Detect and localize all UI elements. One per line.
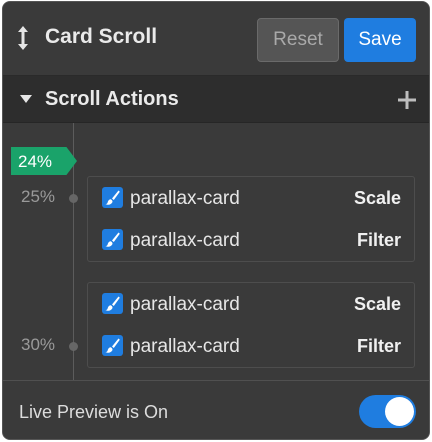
brush-icon (105, 232, 120, 247)
element-name: parallax-card (130, 230, 240, 251)
keyframe-percent: 25% (21, 187, 56, 206)
action-type: Filter (356, 230, 401, 250)
current-position-label: 24% (18, 152, 53, 171)
reset-button[interactable]: Reset (257, 18, 339, 62)
up-down-arrows-icon (18, 26, 28, 50)
checkbox[interactable] (102, 229, 123, 250)
scroll-timeline: 24% 25% parallax-card Scale parallax-car… (3, 123, 429, 380)
panel-title: Card Scroll (45, 25, 158, 48)
scroll-actions-section[interactable]: Scroll Actions (3, 75, 429, 123)
action-row[interactable]: parallax-card Scale (88, 178, 414, 220)
element-name: parallax-card (130, 294, 240, 315)
checkbox[interactable] (102, 187, 123, 208)
save-button[interactable]: Save (344, 18, 416, 62)
checkbox[interactable] (102, 293, 123, 314)
panel-footer: Live Preview is On (3, 380, 429, 439)
keyframe-dot[interactable] (69, 194, 78, 203)
toggle-knob[interactable] (385, 397, 414, 426)
section-title: Scroll Actions (45, 88, 179, 110)
checkbox[interactable] (102, 335, 123, 356)
keyframe-dot[interactable] (69, 342, 78, 351)
live-preview-toggle[interactable] (359, 395, 416, 428)
action-type: Scale (353, 188, 401, 208)
action-row[interactable]: parallax-card Filter (88, 220, 414, 262)
caret-down-icon[interactable] (19, 94, 33, 104)
keyframe-percent: 30% (21, 335, 56, 354)
action-type: Scale (353, 294, 401, 314)
keyframe-group: parallax-card Scale parallax-card Filter (87, 282, 415, 368)
brush-icon (105, 338, 120, 353)
add-icon[interactable] (396, 89, 418, 111)
live-preview-label: Live Preview is On (19, 402, 169, 422)
brush-icon (105, 296, 120, 311)
element-name: parallax-card (130, 336, 240, 357)
action-row[interactable]: parallax-card Filter (88, 326, 414, 368)
card-scroll-panel: Card Scroll Reset Save Scroll Actions 24… (2, 1, 430, 440)
action-row[interactable]: parallax-card Scale (88, 284, 414, 326)
brush-icon (105, 190, 120, 205)
keyframe-group: parallax-card Scale parallax-card Filter (87, 176, 415, 262)
action-type: Filter (356, 336, 401, 356)
element-name: parallax-card (130, 188, 240, 209)
panel-header: Card Scroll Reset Save (3, 2, 429, 76)
